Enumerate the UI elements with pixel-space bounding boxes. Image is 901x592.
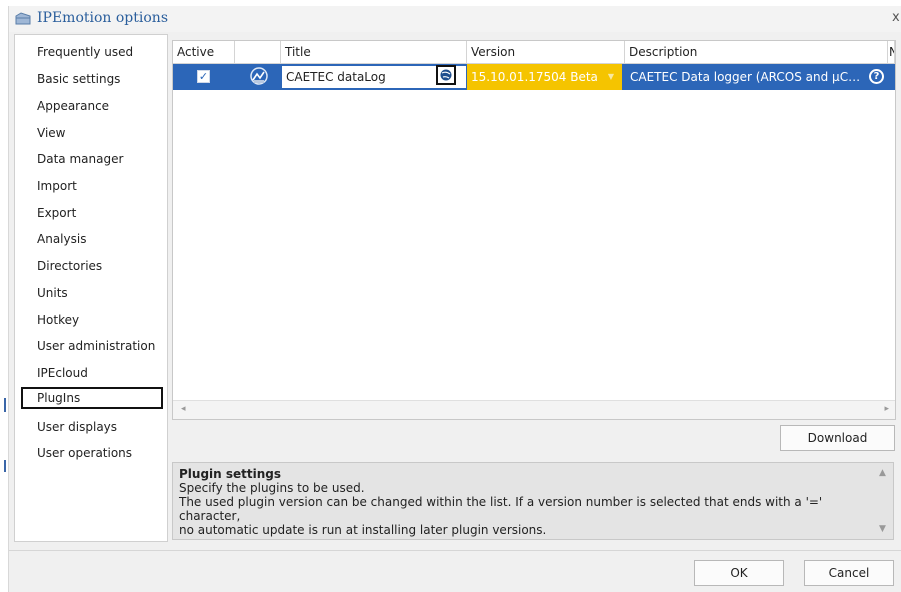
column-header-description[interactable]: Description bbox=[625, 41, 888, 63]
nav-item-user-administration[interactable]: User administration bbox=[21, 335, 163, 357]
nav-item-ipecloud[interactable]: IPEcloud bbox=[21, 362, 163, 384]
window-edge-marker bbox=[4, 460, 6, 472]
plugin-settings-info: Plugin settings Specify the plugins to b… bbox=[172, 462, 894, 540]
info-scrollbar[interactable]: ▲ ▼ bbox=[879, 466, 891, 536]
grid-header: Active Title Version Description N bbox=[173, 41, 895, 64]
plugin-logger-icon bbox=[249, 66, 271, 92]
column-header-more[interactable]: N bbox=[888, 41, 895, 63]
nav-item-user-displays[interactable]: User displays bbox=[21, 416, 163, 438]
chevron-down-icon[interactable]: ▼ bbox=[608, 64, 614, 90]
options-nav: Frequently used Basic settings Appearanc… bbox=[14, 34, 168, 542]
window-edge-marker bbox=[4, 398, 6, 412]
info-text-line: The used plugin version can be changed w… bbox=[179, 495, 823, 523]
info-text-line: no automatic update is run at installing… bbox=[179, 523, 547, 537]
scroll-up-icon[interactable]: ▲ bbox=[879, 466, 886, 480]
nav-item-frequently-used[interactable]: Frequently used bbox=[21, 41, 163, 63]
scroll-right-icon[interactable]: ▸ bbox=[884, 404, 889, 414]
nav-item-import[interactable]: Import bbox=[21, 175, 163, 197]
cancel-button[interactable]: Cancel bbox=[804, 560, 894, 586]
footer-divider bbox=[9, 550, 901, 551]
window-title: IPEmotion options bbox=[37, 10, 168, 26]
nav-item-basic-settings[interactable]: Basic settings bbox=[21, 68, 163, 90]
close-button[interactable]: x bbox=[892, 10, 901, 25]
active-checkbox[interactable]: ✓ bbox=[197, 70, 210, 83]
info-text-line: Specify the plugins to be used. bbox=[179, 481, 365, 495]
app-folder-icon bbox=[15, 12, 31, 26]
column-header-title[interactable]: Title bbox=[281, 41, 467, 63]
horizontal-scrollbar[interactable]: ◂ ▸ bbox=[173, 400, 895, 419]
options-dialog: IPEmotion options x Frequently used Basi… bbox=[8, 6, 901, 592]
plugin-title: CAETEC dataLog bbox=[286, 70, 386, 84]
column-header-icon[interactable] bbox=[235, 41, 281, 63]
description-cell: CAETEC Data logger (ARCOS and μC… bbox=[626, 64, 888, 90]
column-header-version[interactable]: Version bbox=[467, 41, 625, 63]
nav-item-appearance[interactable]: Appearance bbox=[21, 95, 163, 117]
nav-item-analysis[interactable]: Analysis bbox=[21, 228, 163, 250]
scroll-left-icon[interactable]: ◂ bbox=[181, 404, 186, 414]
table-row[interactable]: ✓ CAETEC dataLog 15.10.01.17504 Beta ▼ C… bbox=[173, 64, 895, 90]
nav-item-plugins[interactable]: PlugIns bbox=[21, 387, 163, 409]
nav-item-user-operations[interactable]: User operations bbox=[21, 442, 163, 464]
nav-item-units[interactable]: Units bbox=[21, 282, 163, 304]
column-header-active[interactable]: Active bbox=[173, 41, 235, 63]
nav-item-data-manager[interactable]: Data manager bbox=[21, 148, 163, 170]
info-title: Plugin settings bbox=[179, 467, 282, 481]
plugin-description: CAETEC Data logger (ARCOS and μC… bbox=[630, 70, 861, 84]
ok-button[interactable]: OK bbox=[694, 560, 784, 586]
nav-item-view[interactable]: View bbox=[21, 122, 163, 144]
help-icon[interactable]: ? bbox=[869, 69, 884, 84]
nav-item-directories[interactable]: Directories bbox=[21, 255, 163, 277]
version-dropdown[interactable]: 15.10.01.17504 Beta ▼ bbox=[467, 64, 622, 90]
plugin-grid: Active Title Version Description N ✓ CAE… bbox=[172, 40, 896, 420]
plugin-edit-button[interactable] bbox=[436, 65, 456, 85]
nav-item-hotkey[interactable]: Hotkey bbox=[21, 309, 163, 331]
title-bar: IPEmotion options x bbox=[9, 6, 901, 32]
globe-icon bbox=[440, 69, 452, 81]
scroll-down-icon[interactable]: ▼ bbox=[879, 522, 886, 536]
nav-item-export[interactable]: Export bbox=[21, 202, 163, 224]
version-value: 15.10.01.17504 Beta bbox=[471, 70, 598, 84]
download-button[interactable]: Download bbox=[780, 425, 895, 451]
